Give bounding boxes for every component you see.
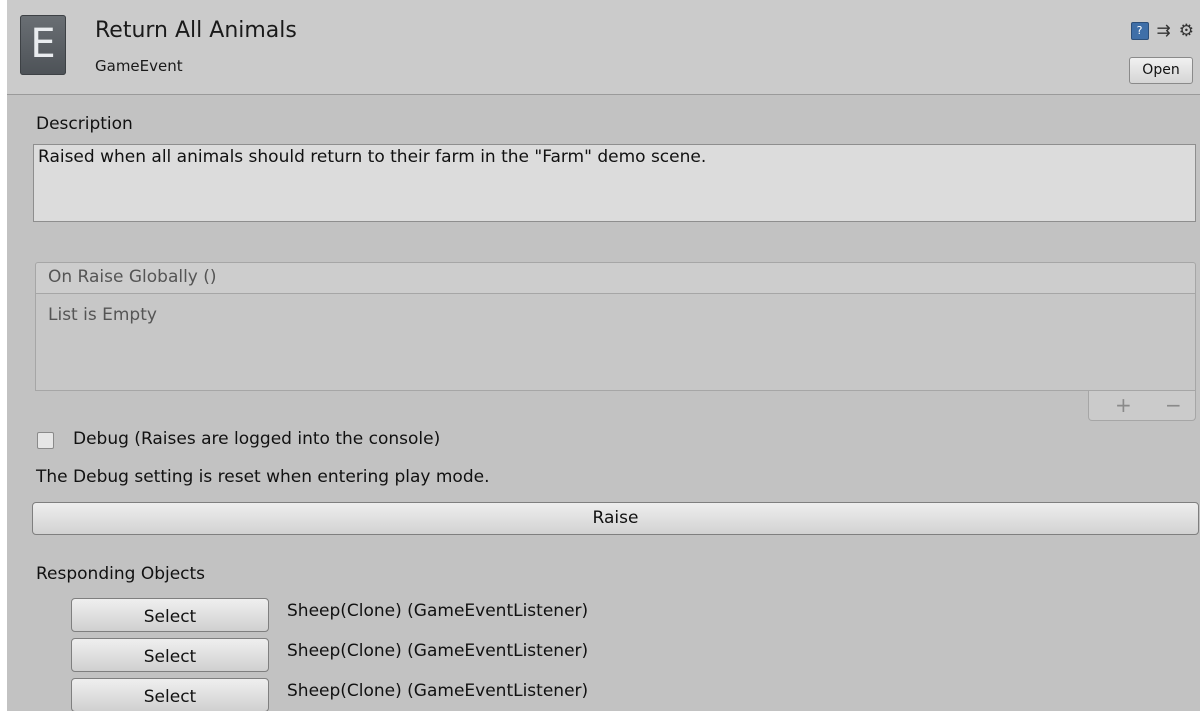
listener-name: Sheep(Clone) (GameEventListener) <box>287 601 589 621</box>
asset-icon-letter: E <box>30 21 56 67</box>
list-add-remove-footer: + − <box>1088 391 1196 421</box>
remove-icon[interactable]: − <box>1165 393 1182 417</box>
select-button[interactable]: Select <box>71 678 269 711</box>
description-label: Description <box>36 114 133 134</box>
help-icon[interactable]: ? <box>1130 22 1149 40</box>
game-event-asset-icon: E <box>20 15 66 75</box>
asset-type: GameEvent <box>95 57 183 75</box>
select-button[interactable]: Select <box>71 598 269 632</box>
debug-checkbox[interactable] <box>37 432 54 449</box>
inspector-header: E Return All Animals GameEvent ? ⇉ ⚙ Ope… <box>7 0 1200 95</box>
list-item: Select Sheep(Clone) (GameEventListener) <box>71 638 1171 674</box>
preset-icon[interactable]: ⇉ <box>1157 23 1171 40</box>
open-button[interactable]: Open <box>1129 57 1193 84</box>
debug-note: The Debug setting is reset when entering… <box>36 467 490 487</box>
inspector-panel: E Return All Animals GameEvent ? ⇉ ⚙ Ope… <box>7 0 1200 711</box>
unity-event-header: On Raise Globally () <box>35 262 1196 294</box>
responding-objects-label: Responding Objects <box>36 564 206 584</box>
gear-icon[interactable]: ⚙ <box>1179 23 1194 40</box>
debug-label: Debug (Raises are logged into the consol… <box>73 429 441 449</box>
unity-event-list: List is Empty <box>35 294 1196 391</box>
select-button[interactable]: Select <box>71 638 269 672</box>
listener-name: Sheep(Clone) (GameEventListener) <box>287 641 589 661</box>
list-item: Select Sheep(Clone) (GameEventListener) <box>71 598 1171 634</box>
listener-name: Sheep(Clone) (GameEventListener) <box>287 681 589 701</box>
add-icon[interactable]: + <box>1115 393 1132 417</box>
list-item: Select Sheep(Clone) (GameEventListener) <box>71 678 1171 711</box>
raise-button[interactable]: Raise <box>32 502 1199 535</box>
list-empty-text: List is Empty <box>48 305 157 325</box>
description-field[interactable]: Raised when all animals should return to… <box>33 144 1196 222</box>
header-icons: ? ⇉ ⚙ <box>1130 22 1194 40</box>
asset-title: Return All Animals <box>95 18 297 43</box>
